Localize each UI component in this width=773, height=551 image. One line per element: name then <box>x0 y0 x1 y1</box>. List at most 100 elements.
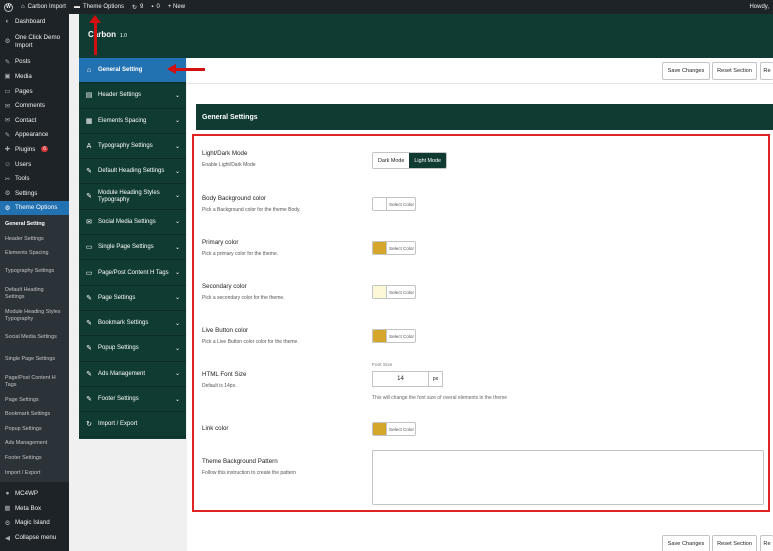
wp-menu-item[interactable]: ✎ Posts <box>0 55 69 70</box>
submenu-item[interactable]: Default Heading Settings <box>0 283 69 305</box>
plugin-nav-item[interactable]: ✉ Social Media Settings ⌄ <box>79 210 186 236</box>
wp-menu-item[interactable]: ⚙ One Click Demo Import <box>0 29 69 55</box>
submenu-item[interactable]: Popup Settings <box>0 422 69 437</box>
plugin-nav-item[interactable]: ✎ Footer Settings ⌄ <box>79 387 186 413</box>
wp-menu-item[interactable]: ✚ Plugins 6 <box>0 142 69 157</box>
updates-link[interactable]: ↻ 9 <box>132 4 143 11</box>
menu-label: Comments <box>15 102 45 110</box>
plugin-nav-item[interactable]: ✎ Ads Management ⌄ <box>79 362 186 387</box>
wp-menu-item[interactable]: ⚙ Magic Island <box>0 516 69 531</box>
chevron-down-icon: ⌄ <box>174 92 180 99</box>
plugin-nav-item[interactable]: ✎ Module Heading Styles Typography ⌄ <box>79 184 186 210</box>
body-bg-color-picker[interactable]: Select Color <box>372 197 416 211</box>
plugins-update-badge: 6 <box>41 146 49 153</box>
plugin-nav-item[interactable]: ✎ Page Settings ⌄ <box>79 286 186 311</box>
field-secondary: Secondary color Pick a secondary color f… <box>202 283 762 301</box>
plugin-nav-item[interactable]: ✎ Popup Settings ⌄ <box>79 336 186 362</box>
font-size-top-label: Font Size <box>372 363 393 368</box>
submenu-item[interactable]: General Setting <box>0 217 69 232</box>
nav-icon: ▭ <box>85 269 93 277</box>
reset-all-button[interactable]: Re <box>760 62 773 80</box>
wp-menu-item[interactable]: ◀ Collapse menu <box>0 530 69 545</box>
submenu-item[interactable]: Import / Export <box>0 466 69 481</box>
submenu-item[interactable]: Single Page Settings <box>0 349 69 371</box>
color-swatch <box>373 330 387 342</box>
submenu-item[interactable]: Typography Settings <box>0 261 69 283</box>
nav-icon: ✎ <box>86 168 92 176</box>
wp-menu-item[interactable]: ▦ Meta Box <box>0 501 69 516</box>
menu-label: Pages <box>15 87 33 95</box>
mode-toggle: Dark Mode Light Mode <box>372 152 448 169</box>
account-menu[interactable]: Howdy, <box>749 4 769 10</box>
save-changes-button[interactable]: Save Changes <box>662 62 710 80</box>
submenu-item[interactable]: Page/Post Content H Tags <box>0 371 69 393</box>
nav-icon: ↻ <box>86 421 92 429</box>
font-size-input[interactable]: 14 <box>372 371 429 387</box>
chevron-down-icon: ⌄ <box>174 193 180 200</box>
chevron-down-icon: ⌄ <box>174 244 180 251</box>
submenu-item[interactable]: Elements Spacing <box>0 246 69 261</box>
plugin-nav-item[interactable]: ↻ Import / Export <box>79 412 186 438</box>
field-label: Light/Dark Mode <box>202 150 248 157</box>
submenu-item[interactable]: Social Media Settings <box>0 327 69 349</box>
site-name-link[interactable]: ⌂ Carbon Import <box>21 4 66 10</box>
wp-menu-item[interactable]: ✉ Contact <box>0 113 69 128</box>
wp-menu-item[interactable]: ✎ Appearance <box>0 128 69 143</box>
light-mode-option[interactable]: Light Mode <box>409 153 447 168</box>
nav-label: Page Settings <box>98 294 136 301</box>
wp-menu-item[interactable]: ● MC4WP <box>0 486 69 501</box>
chevron-down-icon: ⌄ <box>174 396 180 403</box>
submenu-item[interactable]: Page Settings <box>0 393 69 408</box>
menu-icon: ▦ <box>4 505 11 513</box>
field-label: Live Button color <box>202 327 249 334</box>
wp-menu-item[interactable]: ◐ Dashboard <box>0 14 69 29</box>
primary-color-picker[interactable]: Select Color <box>372 241 416 255</box>
wp-menu-item[interactable]: ✂ Tools <box>0 171 69 186</box>
submenu-item[interactable]: Module Heading Styles Typography <box>0 305 69 327</box>
submenu-item[interactable]: Footer Settings <box>0 451 69 466</box>
nav-label: Typography Settings <box>98 143 153 150</box>
nav-icon: ▭ <box>85 244 93 252</box>
theme-options-link[interactable]: ▬ Theme Options <box>74 4 124 10</box>
new-content-link[interactable]: + New <box>168 4 185 10</box>
submenu-item[interactable]: Ads Management <box>0 437 69 452</box>
field-mode: Light/Dark Mode Enable Light/Dark Mode D… <box>202 150 762 169</box>
field-desc: Enable Light/Dark Mode <box>202 162 256 168</box>
submenu-item[interactable]: Header Settings <box>0 232 69 247</box>
plugin-nav-item[interactable]: ✎ Bookmark Settings ⌄ <box>79 311 186 337</box>
plugin-nav-item[interactable]: ▭ Page/Post Content H Tags ⌄ <box>79 260 186 286</box>
plugin-nav-item[interactable]: ▤ Header Settings ⌄ <box>79 83 186 109</box>
reset-section-button-bottom[interactable]: Reset Section <box>712 535 757 551</box>
plugin-nav-item[interactable]: A Typography Settings ⌄ <box>79 134 186 160</box>
submenu-item[interactable]: Bookmark Settings <box>0 408 69 423</box>
reset-section-button[interactable]: Reset Section <box>712 62 757 80</box>
save-changes-button-bottom[interactable]: Save Changes <box>662 535 710 551</box>
reset-all-button-bottom[interactable]: Re <box>760 535 773 551</box>
wp-menu-item[interactable]: ▭ Pages <box>0 84 69 99</box>
wp-menu-item[interactable]: ⚙ Settings <box>0 186 69 201</box>
wp-menu-item[interactable]: ✉ Comments <box>0 98 69 113</box>
dark-mode-option[interactable]: Dark Mode <box>373 153 409 168</box>
plugin-nav-item[interactable]: ▦ Elements Spacing ⌄ <box>79 109 186 134</box>
wp-logo-menu[interactable]: W <box>4 2 13 12</box>
live-button-color-picker[interactable]: Select Color <box>372 329 416 343</box>
menu-icon: ⚙ <box>4 190 11 198</box>
plugin-nav-item[interactable]: ▭ Single Page Settings ⌄ <box>79 235 186 261</box>
pattern-textarea[interactable] <box>372 450 764 505</box>
plugin-nav-item[interactable]: ✎ Default Heading Settings ⌄ <box>79 159 186 185</box>
theme-options-submenu: General Setting Header Settings Elements S… <box>0 215 69 483</box>
menu-icon: ✉ <box>4 117 11 125</box>
wp-menu-item[interactable]: ☺ Users <box>0 157 69 172</box>
comments-link[interactable]: ▪ 0 <box>151 4 159 10</box>
menu-icon: ⚙ <box>4 204 11 212</box>
secondary-color-picker[interactable]: Select Color <box>372 285 416 299</box>
menu-label: Posts <box>15 58 31 66</box>
font-size-help: This will change the font size of overal… <box>372 395 508 401</box>
wp-menu-item[interactable]: ⚙ Theme Options <box>0 200 69 216</box>
nav-label: Elements Spacing <box>98 117 147 124</box>
link-color-picker[interactable]: Select Color <box>372 422 416 436</box>
wp-menu-item[interactable]: ▣ Media <box>0 69 69 84</box>
nav-label: Bookmark Settings <box>98 320 149 327</box>
nav-label: Page/Post Content H Tags <box>98 269 169 276</box>
nav-label: Module Heading Styles Typography <box>98 189 160 203</box>
